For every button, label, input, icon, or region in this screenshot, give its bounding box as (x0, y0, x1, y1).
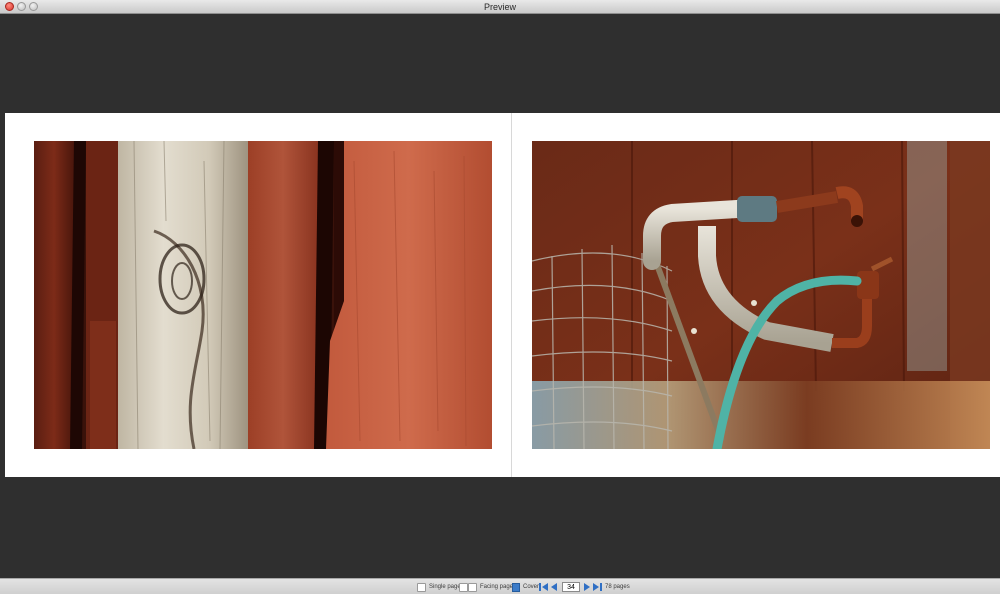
weathered-wood-image (34, 141, 492, 449)
single-page-checkbox[interactable] (417, 582, 426, 592)
facing-pages-label: Facing pages (480, 584, 517, 590)
total-pages-label: 78 pages (605, 584, 630, 590)
book-spread (5, 113, 1000, 477)
cover-label: Cover (523, 584, 540, 590)
left-page-photo (34, 141, 492, 449)
next-page-icon[interactable] (583, 582, 592, 592)
page-gutter (511, 113, 512, 477)
previous-page-icon[interactable] (549, 582, 558, 592)
facing-pages-checkbox[interactable] (459, 582, 468, 592)
window-titlebar[interactable]: Preview (0, 0, 1000, 14)
single-page-option[interactable]: Single page (417, 582, 461, 592)
cover-icon[interactable] (512, 582, 520, 592)
bottom-toolbar: Single page Facing pages Cover 78 pages (0, 578, 1000, 594)
cover-option[interactable]: Cover (512, 582, 539, 592)
page-number-field[interactable] (562, 582, 580, 592)
single-page-label: Single page (429, 584, 461, 590)
window-title: Preview (483, 2, 516, 12)
rusty-pipes-image (532, 141, 990, 449)
right-page-photo (532, 141, 990, 449)
last-page-icon[interactable] (593, 582, 602, 592)
preview-workspace (0, 15, 1000, 578)
facing-pages-checkbox-second (468, 582, 477, 592)
first-page-icon[interactable] (539, 582, 548, 592)
facing-pages-option[interactable]: Facing pages (459, 582, 516, 592)
page-navigation: 78 pages (539, 582, 630, 592)
